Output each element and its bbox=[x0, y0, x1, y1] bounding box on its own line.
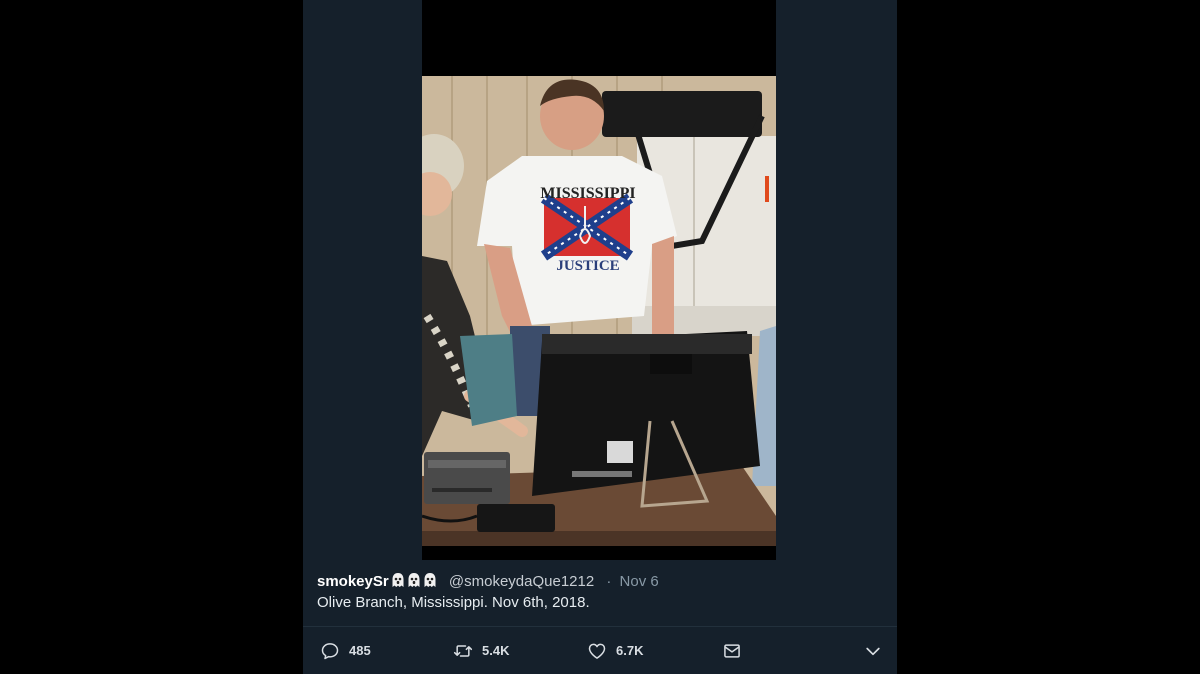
retweet-button[interactable]: 5.4K bbox=[453, 627, 509, 674]
heart-icon bbox=[588, 643, 606, 659]
retweet-icon bbox=[453, 644, 473, 657]
ghost-icon bbox=[392, 573, 404, 587]
tweet-timestamp[interactable]: Nov 6 bbox=[620, 573, 659, 590]
shirt-text-bottom: JUSTICE bbox=[556, 258, 619, 274]
like-button[interactable]: 6.7K bbox=[587, 627, 643, 674]
retweet-count: 5.4K bbox=[482, 643, 510, 658]
tweet-photo[interactable]: MISSISSIPPI JUSTICE bbox=[422, 76, 776, 546]
like-count: 6.7K bbox=[616, 643, 644, 658]
separator-dot: · bbox=[606, 573, 612, 590]
photo-illustration: MISSISSIPPI JUSTICE bbox=[422, 76, 776, 546]
more-options-button[interactable] bbox=[863, 627, 883, 674]
tweet-actions: 485 5.4K 6.7K bbox=[303, 627, 897, 674]
tweet-meta: smokeySr @smokeydaQue1212 · Nov 6 Olive … bbox=[317, 572, 877, 613]
reply-icon bbox=[321, 642, 339, 659]
mail-icon bbox=[724, 643, 740, 658]
display-name[interactable]: smokeySr bbox=[317, 573, 389, 590]
ghost-icon bbox=[408, 573, 420, 587]
tweet-header: smokeySr @smokeydaQue1212 · Nov 6 bbox=[317, 572, 877, 592]
chevron-down-icon bbox=[866, 647, 880, 655]
direct-message-button[interactable] bbox=[722, 627, 742, 674]
tweet-text: Olive Branch, Mississippi. Nov 6th, 2018… bbox=[317, 594, 590, 611]
reply-count: 485 bbox=[349, 643, 371, 658]
reply-button[interactable]: 485 bbox=[320, 627, 371, 674]
shirt-text-top: MISSISSIPPI bbox=[540, 185, 635, 202]
user-handle[interactable]: @smokeydaQue1212 bbox=[449, 573, 594, 590]
ghost-icon bbox=[424, 573, 436, 587]
